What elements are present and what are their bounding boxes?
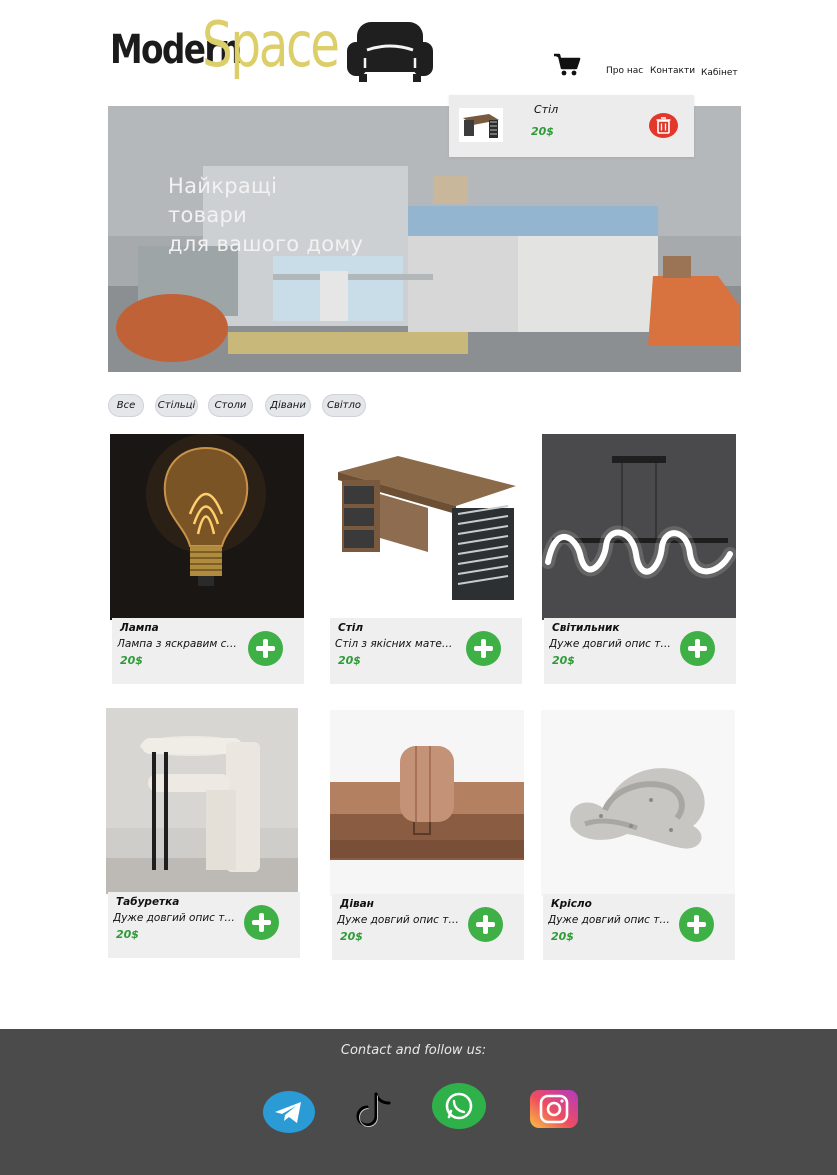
product-description: Дуже довгий опис товару (548, 914, 670, 926)
product-info: Крісло Дуже довгий опис товару 20$ (543, 894, 735, 960)
product-name: Крісло (551, 898, 592, 910)
cart-popup: Стіл 20$ (449, 95, 694, 157)
add-to-cart-button[interactable] (466, 631, 501, 666)
product-card-lamp[interactable]: Лампа Лампа з яскравим світлом 20$ (110, 434, 306, 686)
cart-item-price: 20$ (531, 125, 554, 138)
hero-line-1: Найкращі (168, 174, 278, 198)
footer-title: Contact and follow us: (340, 1043, 487, 1058)
product-price: 20$ (120, 654, 143, 667)
cart-item-name: Стіл (534, 103, 559, 116)
filter-all[interactable]: Все (108, 394, 144, 417)
cart-item-thumbnail (459, 108, 503, 142)
product-image-armchair (541, 710, 735, 896)
product-description: Дуже довгий опис товару (337, 914, 459, 926)
telegram-icon[interactable] (262, 1090, 316, 1134)
product-card-table[interactable]: Стіл Стіл з якісних матеріалів 20$ (328, 434, 524, 686)
product-description: Дуже довгий опис товару (549, 638, 671, 650)
product-image-stool (106, 708, 298, 894)
nav-about[interactable]: Про нас (606, 66, 643, 76)
filter-sofas[interactable]: Дівани (265, 394, 311, 417)
footer: Contact and follow us: (0, 1029, 837, 1175)
product-price: 20$ (552, 654, 575, 667)
product-price: 20$ (338, 654, 361, 667)
add-to-cart-button[interactable] (248, 631, 283, 666)
product-image-table (328, 434, 522, 620)
product-card-sofa[interactable]: Діван Дуже довгий опис товару 20$ (330, 710, 526, 962)
product-card-armchair[interactable]: Крісло Дуже довгий опис товару 20$ (541, 710, 737, 962)
add-to-cart-button[interactable] (680, 631, 715, 666)
product-name: Стіл (338, 622, 364, 634)
product-card-light[interactable]: Світильник Дуже довгий опис товару 20$ (542, 434, 738, 686)
product-name: Табуретка (116, 896, 180, 908)
product-info: Лампа Лампа з яскравим світлом 20$ (112, 618, 304, 684)
product-info: Стіл Стіл з якісних матеріалів 20$ (330, 618, 522, 684)
product-card-stool[interactable]: Табуретка Дуже довгий опис товару 20$ (106, 708, 302, 960)
remove-from-cart-button[interactable] (649, 113, 678, 138)
product-image-lamp (110, 434, 304, 620)
product-description: Стіл з якісних матеріалів (335, 638, 457, 650)
add-to-cart-button[interactable] (679, 907, 714, 942)
hero-line-3: для вашого дому (168, 232, 364, 256)
logo-word-modern: Modern (110, 27, 242, 73)
nav-contacts[interactable]: Контакти (650, 66, 695, 76)
filter-lighting[interactable]: Світло (322, 394, 366, 417)
add-to-cart-button[interactable] (468, 907, 503, 942)
product-info: Табуретка Дуже довгий опис товару 20$ (108, 892, 300, 958)
product-name: Діван (340, 898, 374, 910)
filter-chairs[interactable]: Стільці (155, 394, 198, 417)
product-price: 20$ (340, 930, 363, 943)
product-image-sofa (330, 710, 524, 896)
filter-tables[interactable]: Столи (208, 394, 253, 417)
product-description: Лампа з яскравим світлом (117, 638, 239, 650)
product-image-light (542, 434, 736, 620)
product-name: Лампа (120, 622, 159, 634)
product-name: Світильник (552, 622, 620, 634)
whatsapp-icon[interactable] (432, 1083, 487, 1130)
site-logo[interactable]: Modern Space (110, 14, 376, 76)
add-to-cart-button[interactable] (244, 905, 279, 940)
sofa-logo-icon (347, 22, 433, 82)
product-description: Дуже довгий опис товару (113, 912, 235, 924)
trash-icon (656, 117, 671, 134)
product-price: 20$ (116, 928, 139, 941)
hero-line-2: товари (168, 203, 248, 227)
cart-icon[interactable] (553, 53, 581, 77)
hero-headline: Найкращі товари для вашого дому (168, 172, 363, 259)
instagram-icon[interactable] (530, 1090, 578, 1128)
tiktok-icon[interactable] (352, 1090, 398, 1132)
product-price: 20$ (551, 930, 574, 943)
product-info: Світильник Дуже довгий опис товару 20$ (544, 618, 736, 684)
nav-cabinet[interactable]: Кабінет (701, 68, 738, 78)
product-info: Діван Дуже довгий опис товару 20$ (332, 894, 524, 960)
logo-word-space: Space (202, 8, 340, 81)
